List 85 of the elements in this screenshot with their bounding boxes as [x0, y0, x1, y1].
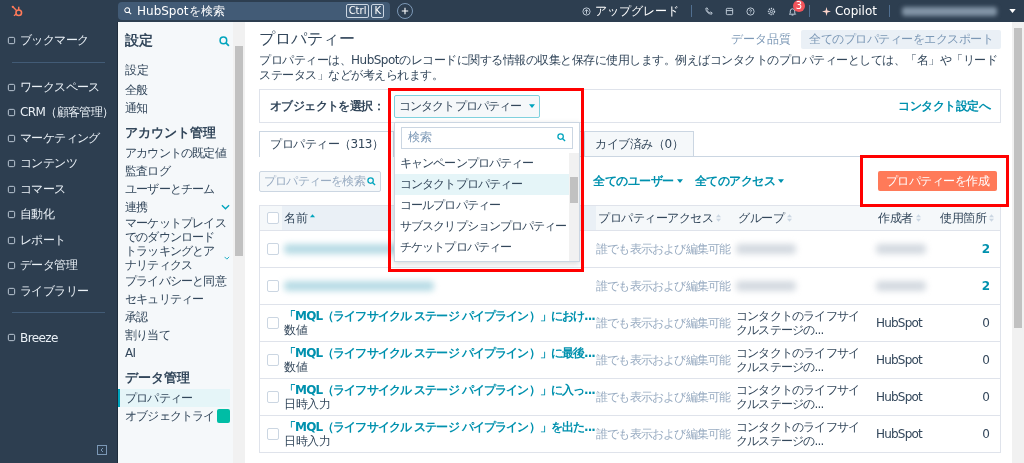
table-cell-text: HubSpot	[876, 353, 924, 367]
column-header[interactable]: グループ	[736, 209, 876, 227]
nav-item[interactable]: Breeze	[0, 325, 117, 351]
notification-badge: 3	[792, 0, 805, 12]
search-placeholder: HubSpotを検索	[137, 2, 225, 20]
table-cell: 0	[982, 353, 990, 367]
shortcut-key: Ctrl	[345, 4, 370, 18]
settings-item[interactable]: プライバシーと同意	[125, 272, 230, 290]
column-header[interactable]: 使用箇所	[938, 209, 1004, 227]
object-dropdown[interactable]: コンタクトプロパティー	[394, 94, 540, 118]
dropdown-option[interactable]: キャンペーンプロパティー	[395, 152, 569, 174]
usage-link[interactable]: 2	[981, 242, 990, 256]
settings-item[interactable]: 通知	[125, 99, 230, 117]
column-header[interactable]: 作成者	[876, 209, 938, 227]
nav-item[interactable]: コンテンツ	[0, 151, 117, 177]
property-type: 日時入力	[284, 434, 331, 448]
settings-item[interactable]: 割り当て	[125, 326, 230, 344]
nav-item[interactable]: データ管理	[0, 253, 117, 279]
copilot-button[interactable]: Copilot	[821, 4, 877, 18]
property-type: 数値	[284, 323, 309, 337]
filter-dropdown[interactable]: 全てのユーザー	[593, 172, 683, 190]
contact-settings-link[interactable]: コンタクト設定へ	[898, 97, 990, 115]
settings-item[interactable]: プロパティー	[118, 389, 230, 407]
nav-item[interactable]: マーケティング	[0, 125, 117, 151]
global-search-field[interactable]: HubSpotを検索 Ctrl K	[118, 2, 390, 20]
dropdown-option[interactable]: サブスクリプションプロパティー	[395, 215, 569, 237]
nav-item[interactable]: ワークスペース	[0, 74, 117, 100]
select-label: オブジェクトを選択：	[270, 97, 385, 115]
dropdown-option[interactable]: コールプロパティー	[395, 194, 569, 216]
settings-item[interactable]: ユーザーとチーム	[125, 180, 230, 198]
section-heading: 設定	[125, 62, 150, 79]
upgrade-button[interactable]: アップグレード	[581, 2, 679, 20]
search-placeholder: プロパティーを検索	[264, 172, 365, 190]
settings-item[interactable]: 承認	[125, 308, 230, 326]
table-cell: 誰でも表示および編集可能	[596, 426, 731, 441]
filter-dropdown[interactable]: 全てのアクセス	[694, 172, 784, 190]
table-cell: 誰でも表示および編集可能	[596, 241, 731, 256]
property-name-link[interactable]: 「MQL（ライフサイクル ステージ パイプライン）」におけ...	[284, 309, 596, 323]
settings-item[interactable]: 全般	[125, 81, 230, 99]
page-title: プロパティー	[259, 28, 355, 50]
table-cell-text: コンタクトのライフサイクルステージの...	[736, 346, 861, 374]
table-cell: 誰でも表示および編集可能	[596, 352, 731, 367]
settings-item[interactable]: セキュリティー	[125, 290, 230, 308]
sidebar-title: 設定	[125, 32, 153, 50]
table-cell-text: コンタクトのライフサイクルステージの...	[736, 309, 861, 337]
table-cell: 誰でも表示および編集可能	[596, 278, 731, 293]
table-cell-text: HubSpot	[876, 427, 924, 441]
nav-item[interactable]: レポート	[0, 227, 117, 253]
dropdown-option[interactable]: チケットプロパティー	[395, 236, 569, 258]
settings-item[interactable]: アカウントの既定値	[125, 144, 230, 162]
table-cell-text: HubSpot	[876, 390, 924, 404]
tab[interactable]: プロパティー（313）	[259, 131, 395, 157]
nav-item[interactable]: コマース	[0, 176, 117, 202]
usage-link[interactable]: 2	[981, 279, 990, 293]
table-cell: 0	[982, 427, 990, 441]
nav-item[interactable]: ブックマーク	[0, 28, 117, 54]
description-text: プロパティーは、HubSpotのレコードに関する情報の収集と保存に使用します。例えばコンタクトのプロパティーとしては、「名」や「リードステータス」などが考えられます。	[259, 53, 999, 83]
table-cell: 誰でも表示および編集可能	[596, 389, 731, 404]
search-placeholder: 検索	[408, 129, 432, 146]
nav-item[interactable]: ライブラリー	[0, 278, 117, 304]
property-name-link[interactable]: 「MQL（ライフサイクル ステージ パイプライン）」に最後...	[284, 346, 596, 360]
table-cell: 0	[982, 316, 990, 330]
settings-item[interactable]: 連携	[125, 198, 230, 216]
table-cell: 0	[982, 390, 990, 404]
dropdown-option[interactable]: コンタクトプロパティー	[395, 173, 569, 195]
shortcut-key: K	[371, 4, 384, 18]
tab[interactable]: カイブ済み（0）	[584, 131, 695, 156]
settings-item[interactable]: 監査ログ	[125, 162, 230, 180]
settings-item[interactable]: トラッキングとアナリティクス	[125, 244, 230, 272]
section-heading: アカウント管理	[125, 124, 217, 142]
nav-item[interactable]: 自動化	[0, 202, 117, 228]
property-type: 数値	[284, 360, 309, 374]
settings-item[interactable]: オブジェクトライ	[125, 407, 230, 425]
column-header[interactable]: プロパティーアクセス	[596, 209, 736, 227]
table-cell: 誰でも表示および編集可能	[596, 315, 731, 330]
section-heading: データ管理	[125, 369, 191, 387]
property-type: 日時入力	[284, 397, 331, 411]
table-cell-text: コンタクトのライフサイクルステージの...	[736, 383, 861, 411]
table-cell-text: HubSpot	[876, 316, 924, 330]
table-cell-text: コンタクトのライフサイクルステージの...	[736, 420, 861, 448]
property-name-link[interactable]: 「MQL（ライフサイクル ステージ パイプライン）」に入っ...	[284, 383, 596, 397]
settings-item[interactable]: AI	[125, 344, 230, 362]
nav-item[interactable]: CRM（顧客管理）	[0, 100, 117, 126]
property-name-link[interactable]: 「MQL（ライフサイクル ステージ パイプライン）」を出た...	[284, 420, 596, 434]
settings-item[interactable]: マーケットプレイスでのダウンロード	[125, 216, 230, 244]
